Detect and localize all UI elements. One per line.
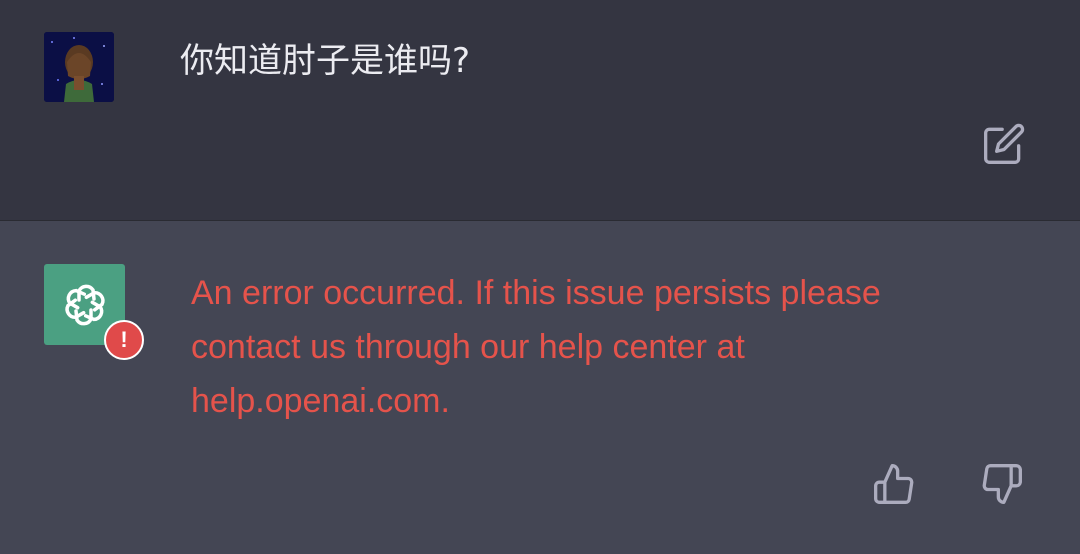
openai-logo-icon <box>64 284 105 325</box>
error-message-text: An error occurred. If this issue persist… <box>191 274 881 420</box>
assistant-message-row: ! An error occurred. If this issue persi… <box>0 221 1080 554</box>
thumbs-down-button[interactable] <box>976 458 1028 510</box>
user-message-row: 你知道肘子是谁吗? <box>0 0 1080 221</box>
edit-icon <box>984 123 1025 164</box>
error-badge-icon: ! <box>104 320 144 360</box>
user-message-text: 你知道肘子是谁吗? <box>180 41 471 81</box>
user-avatar <box>44 32 114 102</box>
thumbs-up-button[interactable] <box>868 458 920 510</box>
edit-button[interactable] <box>980 120 1028 168</box>
thumbs-down-icon <box>982 464 1022 504</box>
thumbs-up-icon <box>874 464 914 504</box>
